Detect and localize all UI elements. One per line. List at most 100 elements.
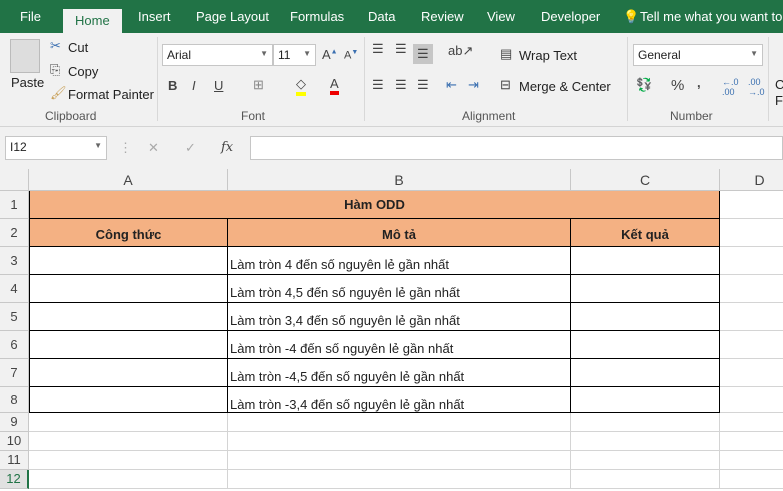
column-header-b[interactable]: B — [228, 169, 571, 191]
tab-view[interactable]: View — [487, 9, 515, 24]
comma-button[interactable]: , — [697, 75, 701, 90]
tell-me-search[interactable]: Tell me what you want to do — [640, 9, 783, 24]
cell[interactable] — [571, 275, 720, 303]
cell[interactable] — [720, 451, 783, 470]
cell[interactable] — [720, 432, 783, 451]
orientation-icon[interactable]: ab↗ — [448, 43, 473, 59]
cancel-icon[interactable]: ✕ — [148, 140, 159, 156]
cell[interactable] — [29, 275, 228, 303]
cell[interactable] — [571, 470, 720, 489]
align-bottom-icon[interactable]: ☰ — [413, 44, 433, 64]
cell[interactable] — [720, 191, 783, 219]
cell[interactable] — [720, 247, 783, 275]
cell[interactable] — [228, 432, 571, 451]
merge-center-button[interactable]: Merge & Center — [519, 79, 611, 94]
cell[interactable] — [571, 451, 720, 470]
column-header-c[interactable]: C — [571, 169, 720, 191]
column-header-a[interactable]: A — [29, 169, 228, 191]
title-cell[interactable]: Hàm ODD — [29, 191, 720, 219]
cell[interactable] — [571, 432, 720, 451]
font-name-select[interactable]: Arial ▼ — [162, 44, 273, 66]
row-header[interactable]: 5 — [0, 303, 29, 331]
paste-button[interactable]: Paste — [11, 75, 44, 90]
formula-input[interactable] — [250, 136, 783, 160]
cell[interactable] — [720, 413, 783, 432]
format-painter-button[interactable]: Format Painter — [68, 87, 154, 102]
copy-button[interactable]: Copy — [68, 64, 98, 79]
row-header[interactable]: 7 — [0, 359, 29, 387]
enter-icon[interactable]: ✓ — [185, 140, 196, 156]
tab-insert[interactable]: Insert — [138, 9, 171, 24]
cell[interactable] — [571, 303, 720, 331]
tab-home[interactable]: Home — [63, 9, 122, 33]
cell[interactable] — [720, 359, 783, 387]
cell[interactable] — [571, 387, 720, 413]
tab-formulas[interactable]: Formulas — [290, 9, 344, 24]
accounting-format-icon[interactable]: 💱 — [636, 77, 652, 93]
tab-page-layout[interactable]: Page Layout — [196, 9, 269, 24]
row-header[interactable]: 8 — [0, 387, 29, 413]
cell[interactable] — [29, 247, 228, 275]
tab-review[interactable]: Review — [421, 9, 464, 24]
cell[interactable] — [571, 331, 720, 359]
cell[interactable] — [571, 247, 720, 275]
decrease-decimal-icon[interactable]: .00 →.0 — [748, 77, 765, 97]
row-header[interactable]: 9 — [0, 413, 29, 432]
cell[interactable] — [228, 470, 571, 489]
fill-color-icon[interactable]: ◇ — [296, 76, 306, 96]
insert-function-button[interactable]: fx — [221, 140, 233, 155]
percent-button[interactable]: % — [671, 77, 684, 94]
borders-icon[interactable]: ⊞ — [253, 77, 264, 93]
conditional-formatting-partial[interactable]: C — [775, 77, 783, 92]
cell[interactable] — [29, 451, 228, 470]
cell[interactable] — [720, 470, 783, 489]
name-box[interactable]: I12 ▼ — [5, 136, 107, 160]
align-middle-icon[interactable]: ☰ — [395, 41, 407, 57]
font-size-select[interactable]: 11 ▼ — [273, 44, 316, 66]
description-cell[interactable]: Làm tròn 4,5 đến số nguyên lẻ gần nhất — [228, 275, 571, 303]
description-cell[interactable]: Làm tròn 3,4 đến số nguyên lẻ gần nhất — [228, 303, 571, 331]
increase-indent-icon[interactable]: ⇥ — [468, 77, 479, 93]
tab-file[interactable]: File — [20, 9, 41, 24]
description-cell[interactable]: Làm tròn -3,4 đến số nguyên lẻ gần nhất — [228, 387, 571, 413]
underline-button[interactable]: U — [214, 78, 223, 93]
font-color-button[interactable]: A — [330, 76, 339, 95]
cell[interactable] — [228, 413, 571, 432]
cell[interactable] — [29, 413, 228, 432]
description-cell[interactable]: Làm tròn -4,5 đến số nguyên lẻ gần nhất — [228, 359, 571, 387]
header-cell[interactable]: Công thức — [29, 219, 228, 247]
cut-button[interactable]: Cut — [68, 40, 88, 55]
tab-developer[interactable]: Developer — [541, 9, 600, 24]
align-left-icon[interactable]: ☰ — [372, 77, 384, 93]
row-header[interactable]: 12 — [0, 470, 29, 489]
row-header[interactable]: 4 — [0, 275, 29, 303]
row-header[interactable]: 3 — [0, 247, 29, 275]
decrease-indent-icon[interactable]: ⇤ — [446, 77, 457, 93]
row-header[interactable]: 6 — [0, 331, 29, 359]
tab-data[interactable]: Data — [368, 9, 395, 24]
align-right-icon[interactable]: ☰ — [417, 77, 429, 93]
cell[interactable] — [29, 387, 228, 413]
row-header[interactable]: 10 — [0, 432, 29, 451]
number-format-select[interactable]: General ▼ — [633, 44, 763, 66]
select-all-corner[interactable] — [0, 169, 29, 191]
cell[interactable] — [228, 451, 571, 470]
description-cell[interactable]: Làm tròn 4 đến số nguyên lẻ gần nhất — [228, 247, 571, 275]
increase-decimal-icon[interactable]: ←.0.00 — [722, 77, 739, 97]
column-header-d[interactable]: D — [720, 169, 783, 191]
header-cell[interactable]: Mô tả — [228, 219, 571, 247]
wrap-text-button[interactable]: Wrap Text — [519, 48, 577, 63]
cell[interactable] — [29, 331, 228, 359]
description-cell[interactable]: Làm tròn -4 đến số nguyên lẻ gần nhất — [228, 331, 571, 359]
align-center-icon[interactable]: ☰ — [395, 77, 407, 93]
italic-button[interactable]: I — [192, 78, 196, 93]
cell[interactable] — [29, 359, 228, 387]
cell[interactable] — [29, 432, 228, 451]
cell[interactable] — [720, 275, 783, 303]
header-cell[interactable]: Kết quả — [571, 219, 720, 247]
decrease-font-icon[interactable]: A▼ — [344, 49, 358, 62]
cell[interactable] — [720, 387, 783, 413]
cell[interactable] — [571, 413, 720, 432]
row-header[interactable]: 11 — [0, 451, 29, 470]
cell[interactable] — [29, 470, 228, 489]
